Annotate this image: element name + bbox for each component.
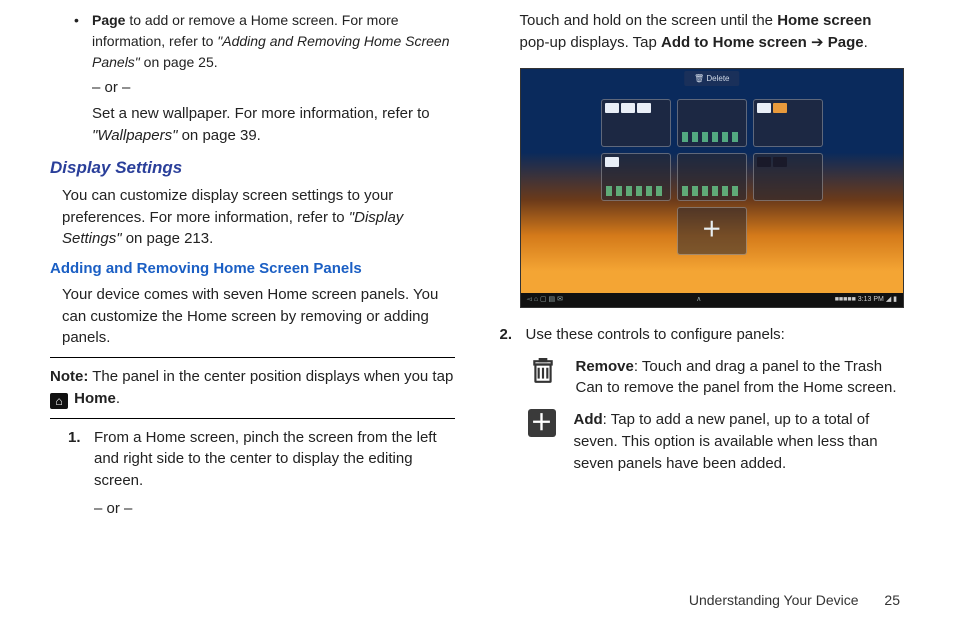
rule-bottom bbox=[50, 418, 455, 419]
or-separator-2: – or – bbox=[94, 498, 455, 520]
remove-label: Remove bbox=[576, 358, 634, 375]
panel-grid: ＋ bbox=[601, 99, 823, 255]
dot: ∧ bbox=[696, 295, 701, 305]
status-right: ■■■■■ 3:13 PM ◢ ▮ bbox=[835, 295, 897, 305]
page-number: 25 bbox=[884, 592, 900, 608]
touch-hold-para: Touch and hold on the screen until the H… bbox=[520, 10, 905, 54]
bullet-page: • Page to add or remove a Home screen. F… bbox=[74, 10, 455, 73]
arrow-icon: ➔ bbox=[807, 34, 828, 51]
step-1-num: 1. bbox=[68, 427, 94, 520]
step-1: 1. From a Home screen, pinch the screen … bbox=[68, 427, 455, 520]
th-tail: . bbox=[864, 34, 868, 51]
page-footer: Understanding Your Device 25 bbox=[689, 590, 900, 610]
heading-display-settings: Display Settings bbox=[50, 156, 455, 181]
status-bar: ◅ ⌂ ▢ ▤ ✉ ∧ ■■■■■ 3:13 PM ◢ ▮ bbox=[521, 293, 904, 307]
adding-para: Your device comes with seven Home screen… bbox=[62, 284, 455, 349]
note-row: Note: The panel in the center position d… bbox=[50, 366, 455, 410]
note-text: The panel in the center position display… bbox=[88, 368, 453, 385]
wallpaper-line: Set a new wallpaper. For more informatio… bbox=[92, 105, 430, 122]
step-1-text: From a Home screen, pinch the screen fro… bbox=[94, 427, 455, 492]
wallpaper-block: Set a new wallpaper. For more informatio… bbox=[74, 103, 455, 147]
display-settings-para: You can customize display screen setting… bbox=[62, 185, 455, 250]
bullet-marker: • bbox=[74, 10, 92, 73]
panel-thumb bbox=[677, 153, 747, 201]
panel-thumb bbox=[677, 99, 747, 147]
remove-control: Remove: Touch and drag a panel to the Tr… bbox=[528, 356, 905, 400]
plus-icon: ＋ bbox=[528, 409, 556, 437]
th-b1: Home screen bbox=[777, 12, 871, 29]
th-2: pop-up displays. Tap bbox=[520, 34, 661, 51]
delete-target: 🗑 Delete bbox=[684, 71, 740, 87]
panel-thumb bbox=[601, 99, 671, 147]
home-panels-screenshot: 🗑 Delete ＋ ◅ ⌂ ▢ ▤ ✉ ∧ ■■■■■ 3:13 PM ◢ ▮ bbox=[520, 68, 905, 308]
wallpaper-ref: "Wallpapers" bbox=[92, 127, 177, 144]
left-column: • Page to add or remove a Home screen. F… bbox=[50, 10, 455, 520]
rule-top bbox=[50, 357, 455, 358]
step-2-num: 2. bbox=[500, 324, 526, 346]
or-separator-1: – or – bbox=[74, 77, 455, 99]
note-label: Note: bbox=[50, 368, 88, 385]
bullet-page-bold: Page bbox=[92, 12, 125, 28]
add-text: : Tap to add a new panel, up to a total … bbox=[574, 411, 878, 472]
add-label: Add bbox=[574, 411, 603, 428]
step-2-text: Use these controls to configure panels: bbox=[526, 324, 905, 346]
right-column: Touch and hold on the screen until the H… bbox=[500, 10, 905, 520]
panel-thumb bbox=[601, 153, 671, 201]
heading-adding-panels: Adding and Removing Home Screen Panels bbox=[50, 258, 455, 280]
home-label: Home bbox=[74, 390, 116, 407]
th-b3: Page bbox=[828, 34, 864, 51]
home-icon: ⌂ bbox=[50, 393, 68, 409]
add-control: ＋ Add: Tap to add a new panel, up to a t… bbox=[528, 409, 905, 474]
ds-tail: on page 213. bbox=[122, 230, 214, 247]
panel-thumb bbox=[753, 153, 823, 201]
th-b2: Add to Home screen bbox=[661, 34, 807, 51]
bullet-page-tail: on page 25. bbox=[140, 54, 218, 70]
trash-icon bbox=[528, 356, 558, 386]
step-2: 2. Use these controls to configure panel… bbox=[500, 324, 905, 346]
th-1: Touch and hold on the screen until the bbox=[520, 12, 778, 29]
panel-thumb bbox=[753, 99, 823, 147]
section-name: Understanding Your Device bbox=[689, 592, 859, 608]
nav-icons: ◅ ⌂ ▢ ▤ ✉ bbox=[527, 295, 563, 305]
ds-text: You can customize display screen setting… bbox=[62, 187, 393, 226]
wallpaper-tail: on page 39. bbox=[177, 127, 260, 144]
add-panel-tile: ＋ bbox=[677, 207, 747, 255]
